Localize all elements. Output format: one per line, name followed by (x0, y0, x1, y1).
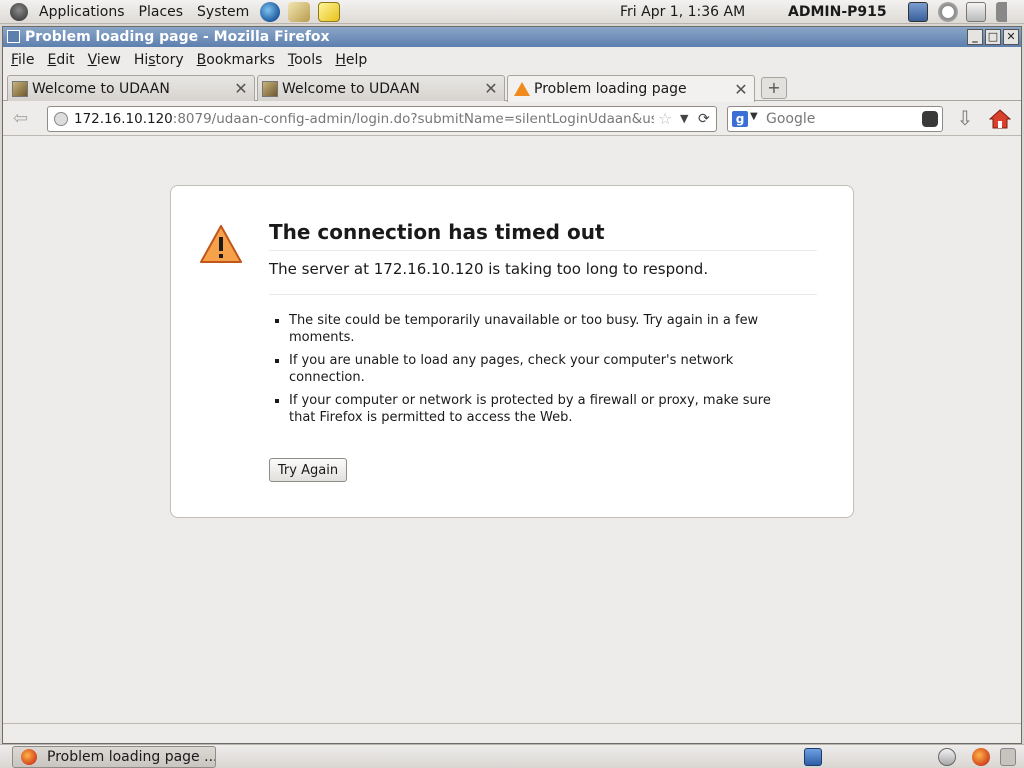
list-item: If your computer or network is protected… (289, 392, 789, 426)
trash-icon[interactable] (938, 748, 956, 766)
reload-icon[interactable]: ⟳ (698, 107, 710, 131)
udaan-favicon-icon (262, 80, 278, 97)
menu-bookmarks[interactable]: Bookmarks (192, 52, 280, 68)
firefox-tray-icon[interactable] (972, 748, 990, 766)
downloads-icon[interactable]: ⇩ (955, 108, 975, 130)
gnome-foot-icon[interactable] (10, 2, 28, 21)
navigation-bar: ⇦ 172.16.10.120:8079/udaan-config-admin/… (3, 102, 1021, 136)
tab-bar: Welcome to UDAAN ✕ Welcome to UDAAN ✕ Pr… (3, 73, 1021, 102)
top-panel: Applications Places System Fri Apr 1, 1:… (0, 0, 1024, 24)
tab-problem-loading-page[interactable]: Problem loading page ✕ (507, 75, 755, 102)
taskbar-task-label: Problem loading page ... (47, 749, 216, 765)
url-path: :8079/udaan-config-admin/login.do?submit… (172, 111, 654, 127)
web-browser-launcher-icon[interactable] (260, 1, 281, 22)
update-notifier-icon[interactable] (938, 2, 958, 22)
error-suggestions: The site could be temporarily unavailabl… (269, 312, 789, 432)
search-binoculars-icon[interactable] (922, 111, 938, 127)
window-menu-icon[interactable] (7, 30, 20, 43)
bookmark-star-icon[interactable]: ☆ (658, 107, 672, 131)
home-icon[interactable] (989, 108, 1011, 130)
warning-icon (200, 225, 242, 263)
url-history-dropdown-icon[interactable]: ▼ (680, 107, 688, 131)
tab-welcome-udaan-2[interactable]: Welcome to UDAAN ✕ (257, 75, 505, 101)
search-engine-dropdown-icon[interactable]: ▼ (750, 111, 758, 122)
tab-label: Problem loading page (534, 81, 687, 97)
tab-close-icon[interactable]: ✕ (734, 80, 748, 99)
page-content: The connection has timed out The server … (3, 137, 1021, 722)
volume-muted-icon[interactable] (996, 2, 1018, 22)
minimize-button[interactable]: _ (967, 29, 983, 45)
bottom-panel: Problem loading page ... (0, 744, 1024, 768)
menu-tools[interactable]: Tools (283, 52, 328, 68)
try-again-button[interactable]: Try Again (269, 458, 347, 482)
menu-history[interactable]: History (129, 52, 189, 68)
network-monitor-icon[interactable] (908, 2, 928, 22)
hostname-label: ADMIN-P915 (788, 4, 887, 20)
search-bar: g ▼ (727, 106, 943, 132)
system-menu[interactable]: System (190, 0, 256, 24)
site-identity-icon[interactable] (54, 112, 68, 126)
google-engine-icon[interactable]: g (732, 111, 748, 127)
menu-edit[interactable]: Edit (42, 52, 79, 68)
close-window-button[interactable]: ✕ (1003, 29, 1019, 45)
new-tab-button[interactable]: + (761, 77, 787, 99)
search-input[interactable] (764, 109, 914, 129)
title-bar[interactable]: Problem loading page - Mozilla Firefox _… (3, 27, 1021, 47)
error-title: The connection has timed out (269, 220, 817, 251)
url-text[interactable]: 172.16.10.120:8079/udaan-config-admin/lo… (74, 107, 654, 131)
warning-icon (514, 82, 530, 96)
back-button[interactable]: ⇦ (13, 109, 35, 129)
mail-launcher-icon[interactable] (288, 1, 311, 22)
menu-file[interactable]: File (6, 52, 39, 68)
menu-help[interactable]: Help (330, 52, 372, 68)
printer-icon[interactable] (966, 2, 986, 22)
menu-bar: File Edit View History Bookmarks Tools H… (3, 48, 1021, 72)
menu-view[interactable]: View (83, 52, 126, 68)
tab-welcome-udaan-1[interactable]: Welcome to UDAAN ✕ (7, 75, 255, 101)
tab-close-icon[interactable]: ✕ (234, 79, 248, 98)
maximize-button[interactable]: □ (985, 29, 1001, 45)
workspace-switcher-icon[interactable] (804, 748, 822, 766)
text-editor-launcher-icon[interactable] (318, 1, 341, 22)
clock[interactable]: Fri Apr 1, 1:36 AM (620, 0, 745, 24)
tab-label: Welcome to UDAAN (282, 80, 420, 97)
firefox-icon (21, 749, 37, 765)
tab-label: Welcome to UDAAN (32, 80, 170, 97)
url-host: 172.16.10.120 (74, 111, 173, 127)
error-description: The server at 172.16.10.120 is taking to… (269, 260, 817, 295)
places-menu[interactable]: Places (132, 0, 191, 24)
list-item: If you are unable to load any pages, che… (289, 352, 789, 386)
firefox-window: Problem loading page - Mozilla Firefox _… (2, 26, 1022, 744)
tab-close-icon[interactable]: ✕ (484, 79, 498, 98)
udaan-favicon-icon (12, 80, 28, 97)
taskbar-firefox-window[interactable]: Problem loading page ... (12, 746, 216, 768)
status-bar (3, 723, 1021, 743)
window-title: Problem loading page - Mozilla Firefox (25, 29, 330, 45)
applications-menu[interactable]: Applications (32, 0, 132, 24)
show-desktop-icon[interactable] (1000, 748, 1016, 766)
error-panel: The connection has timed out The server … (170, 185, 854, 518)
list-item: The site could be temporarily unavailabl… (289, 312, 789, 346)
url-bar[interactable]: 172.16.10.120:8079/udaan-config-admin/lo… (47, 106, 717, 132)
